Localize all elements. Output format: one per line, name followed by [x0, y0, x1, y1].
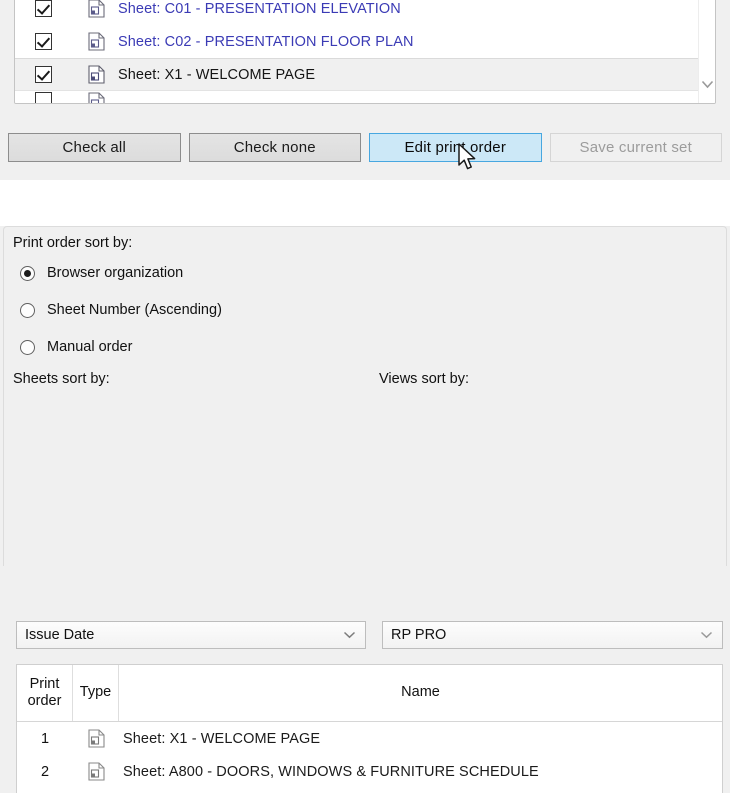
edit-print-order-button[interactable]: Edit print order [369, 133, 542, 162]
radio-indicator [20, 302, 35, 318]
sheet-checkbox[interactable] [35, 0, 52, 17]
print-order-table[interactable]: Print order Type Name 1 Sheet: X1 - WELC… [16, 664, 723, 793]
table-row[interactable]: 1 Sheet: X1 - WELCOME PAGE [17, 722, 722, 755]
radio-manual-order[interactable]: Manual order [20, 337, 132, 357]
sheet-list-item-label: Sheet: X1 - WELCOME PAGE [118, 66, 316, 83]
sheet-list[interactable]: Sheet: C01 - PRESENTATION ELEVATION Shee… [14, 0, 716, 104]
sheet-icon [88, 0, 105, 18]
check-all-button[interactable]: Check all [8, 133, 181, 162]
radio-sheet-number-ascending[interactable]: Sheet Number (Ascending) [20, 300, 222, 320]
cell-name: Sheet: A800 - DOORS, WINDOWS & FURNITURE… [123, 763, 539, 780]
sheet-checkbox[interactable] [35, 33, 52, 50]
column-header-type[interactable]: Type [73, 665, 119, 721]
chevron-down-icon [700, 631, 713, 639]
sheet-list-item-label: Sheet: C01 - PRESENTATION ELEVATION [118, 0, 401, 17]
radio-browser-organization[interactable]: Browser organization [20, 263, 183, 283]
sheet-icon [88, 32, 105, 51]
radio-label: Browser organization [47, 265, 184, 281]
check-none-button[interactable]: Check none [188, 133, 361, 162]
sheet-list-item[interactable]: Sheet: C01 - PRESENTATION ELEVATION [15, 0, 715, 25]
sheet-list-item[interactable]: Sheet: C02 - PRESENTATION FLOOR PLAN [15, 25, 715, 58]
column-header-print-order[interactable]: Print order [17, 665, 73, 721]
sheets-sort-by-label: Sheets sort by: [13, 371, 110, 387]
cell-print-order: 2 [40, 763, 50, 780]
radio-indicator [20, 265, 35, 281]
radio-label: Sheet Number (Ascending) [47, 302, 222, 318]
print-order-panel: Print order sort by: Browser organizatio… [3, 226, 727, 793]
cell-print-order: 1 [40, 730, 50, 747]
sheet-actions-toolbar: Check all Check none Edit print order Sa… [8, 133, 722, 162]
sheet-selection-section: Sheet: C01 - PRESENTATION ELEVATION Shee… [0, 0, 730, 180]
table-row[interactable]: 2 Sheet: A800 - DOORS, WINDOWS & FURNITU… [17, 755, 722, 788]
cell-type [73, 729, 119, 748]
sheet-checkbox[interactable] [35, 92, 52, 103]
column-header-name[interactable]: Name [119, 665, 722, 721]
sheets-sort-by-dropdown[interactable]: Issue Date [16, 621, 366, 649]
print-order-sort-by-label: Print order sort by: [13, 235, 133, 251]
sheet-list-item-partial[interactable] [15, 90, 715, 103]
cell-type [73, 762, 119, 781]
sheet-icon [88, 92, 105, 103]
sheet-checkbox[interactable] [35, 66, 52, 83]
sheets-sort-by-value: Issue Date [25, 627, 95, 643]
sheet-list-scrollbar[interactable] [698, 0, 715, 103]
radio-label: Manual order [47, 339, 133, 355]
sheet-icon [87, 762, 105, 781]
print-order-table-header: Print order Type Name [17, 665, 722, 722]
section-divider [0, 180, 730, 226]
cell-name: Sheet: X1 - WELCOME PAGE [123, 730, 321, 747]
sheet-icon [88, 65, 105, 84]
scroll-down-button[interactable] [699, 76, 715, 93]
sheet-list-item-label: Sheet: C02 - PRESENTATION FLOOR PLAN [118, 33, 414, 50]
save-current-set-button: Save current set [549, 133, 722, 162]
chevron-down-icon [701, 80, 714, 89]
views-sort-by-dropdown[interactable]: RP PRO [382, 621, 723, 649]
chevron-down-icon [343, 631, 356, 639]
radio-indicator [20, 339, 35, 355]
sheet-list-item-selected[interactable]: Sheet: X1 - WELCOME PAGE [15, 58, 715, 91]
views-sort-by-label: Views sort by: [379, 371, 469, 387]
sheet-icon [87, 729, 105, 748]
views-sort-by-value: RP PRO [391, 627, 447, 643]
